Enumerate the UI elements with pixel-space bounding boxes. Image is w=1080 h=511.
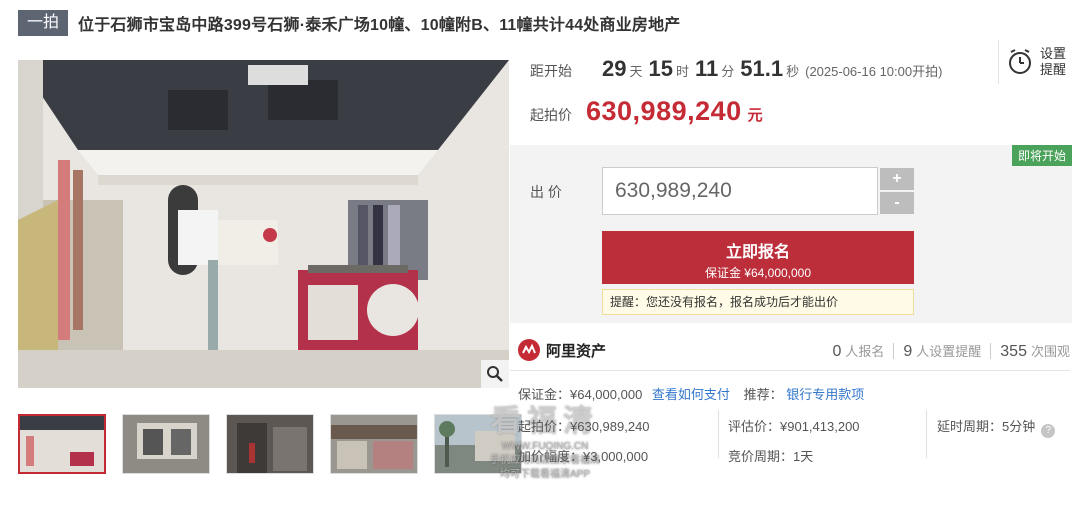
register-now-button[interactable]: 立即报名 保证金 ¥64,000,000 bbox=[602, 231, 914, 284]
countdown-seconds-unit: 秒 bbox=[786, 64, 800, 79]
stats-row: 阿里资产 0 人报名 9 人设置提醒 355 次围观 bbox=[510, 329, 1070, 371]
how-to-pay-link[interactable]: 查看如何支付 bbox=[652, 387, 730, 402]
thumbnail-image bbox=[435, 415, 521, 473]
magnifier-icon bbox=[487, 366, 503, 382]
bid-amount-input[interactable]: 630,989,240 bbox=[602, 167, 878, 215]
thumbnail-1[interactable] bbox=[18, 414, 106, 474]
deposit-line: 保证金：¥64,000,000 查看如何支付 推荐： 银行专用款项 bbox=[518, 384, 864, 403]
views-label: 次围观 bbox=[1030, 344, 1070, 359]
detail-valuation: 评估价：¥901,413,200 bbox=[728, 419, 860, 434]
countdown-label: 距开始 bbox=[530, 63, 572, 79]
delay-period-text: 延时周期：5分钟 bbox=[937, 419, 1036, 434]
auction-info: 距开始 29 天 15 时 11 分 51.1 秒 (2025-06-16 10… bbox=[510, 40, 1070, 145]
registered-label: 人报名 bbox=[845, 344, 885, 359]
countdown-hours-unit: 时 bbox=[675, 64, 689, 79]
bid-panel: 即将开始 出 价 630,989,240 + - 立即报名 保证金 ¥64,00… bbox=[510, 145, 1072, 323]
deposit-text: 保证金：¥64,000,000 bbox=[518, 387, 643, 402]
divider bbox=[893, 343, 895, 359]
stats-counters: 0 人报名 9 人设置提醒 355 次围观 bbox=[832, 341, 1070, 361]
countdown-minutes: 11 bbox=[695, 56, 719, 81]
reminder-count-label: 人设置提醒 bbox=[916, 344, 982, 359]
divider bbox=[990, 343, 992, 359]
thumbnail-5[interactable] bbox=[434, 414, 522, 474]
countdown-minutes-unit: 分 bbox=[721, 64, 735, 79]
thumbnail-3[interactable] bbox=[226, 414, 314, 474]
detail-increment: 加价幅度：¥3,000,000 bbox=[518, 449, 649, 464]
reminder-count: 9 bbox=[903, 343, 913, 360]
zoom-button[interactable] bbox=[481, 360, 509, 388]
register-button-label: 立即报名 bbox=[725, 244, 790, 261]
detail-starting-price: 起拍价：¥630,989,240 bbox=[518, 419, 650, 434]
set-reminder-button[interactable]: 设置提醒 bbox=[998, 40, 1070, 84]
starting-price: 起拍价 630,989,240 元 bbox=[530, 96, 763, 127]
detail-delay-period: 延时周期：5分钟? bbox=[937, 416, 1056, 438]
countdown-hours: 15 bbox=[648, 56, 673, 81]
starting-price-value: 630,989,240 bbox=[586, 96, 742, 126]
starting-price-label: 起拍价 bbox=[530, 107, 572, 123]
thumbnail-image bbox=[331, 415, 417, 473]
ali-assets-icon bbox=[518, 339, 540, 361]
starting-price-unit: 元 bbox=[747, 107, 763, 124]
title-row: 一拍 位于石狮市宝岛中路399号石狮·泰禾广场10幢、10幢附B、11幢共计44… bbox=[18, 9, 681, 37]
countdown-days-unit: 天 bbox=[629, 64, 643, 79]
main-property-image[interactable] bbox=[18, 60, 509, 388]
auction-round-badge: 一拍 bbox=[18, 10, 69, 36]
detail-auction-period: 竞价周期：1天 bbox=[728, 449, 814, 464]
platform-logo: 阿里资产 bbox=[518, 339, 606, 361]
register-button-deposit: 保证金 ¥64,000,000 bbox=[704, 266, 812, 280]
increase-bid-button[interactable]: + bbox=[880, 168, 914, 190]
decrease-bid-button[interactable]: - bbox=[880, 192, 914, 214]
set-reminder-label: 设置提醒 bbox=[1039, 46, 1066, 77]
bank-payment-link[interactable]: 银行专用款项 bbox=[786, 387, 864, 402]
thumbnail-4[interactable] bbox=[330, 414, 418, 474]
register-tip: 提醒：您还没有报名，报名成功后才能出价 bbox=[602, 289, 914, 315]
divider bbox=[718, 410, 719, 458]
auction-page: 一拍 位于石狮市宝岛中路399号石狮·泰禾广场10幢、10幢附B、11幢共计44… bbox=[0, 0, 1080, 511]
countdown-seconds: 51.1 bbox=[740, 56, 784, 81]
page-title: 位于石狮市宝岛中路399号石狮·泰禾广场10幢、10幢附B、11幢共计44处商业… bbox=[78, 17, 681, 34]
store-interior-photo bbox=[18, 60, 509, 388]
bid-label: 出 价 bbox=[530, 184, 562, 200]
views-count: 355 bbox=[1000, 343, 1027, 360]
countdown: 距开始 29 天 15 时 11 分 51.1 秒 (2025-06-16 10… bbox=[530, 56, 942, 82]
thumbnail-image bbox=[20, 416, 104, 472]
thumbnail-image bbox=[227, 415, 313, 473]
start-time: (2025-06-16 10:00开拍) bbox=[805, 64, 943, 79]
help-icon[interactable]: ? bbox=[1041, 424, 1056, 438]
thumbnail-2[interactable] bbox=[122, 414, 210, 474]
thumbnail-image bbox=[123, 415, 209, 473]
registered-count: 0 bbox=[832, 343, 842, 360]
platform-name: 阿里资产 bbox=[546, 342, 607, 360]
recommend-label: 推荐： bbox=[743, 387, 783, 402]
status-badge: 即将开始 bbox=[1011, 145, 1072, 166]
divider bbox=[926, 410, 927, 458]
countdown-days: 29 bbox=[602, 56, 627, 81]
alarm-clock-icon bbox=[1009, 49, 1031, 74]
thumbnail-strip bbox=[18, 414, 522, 474]
